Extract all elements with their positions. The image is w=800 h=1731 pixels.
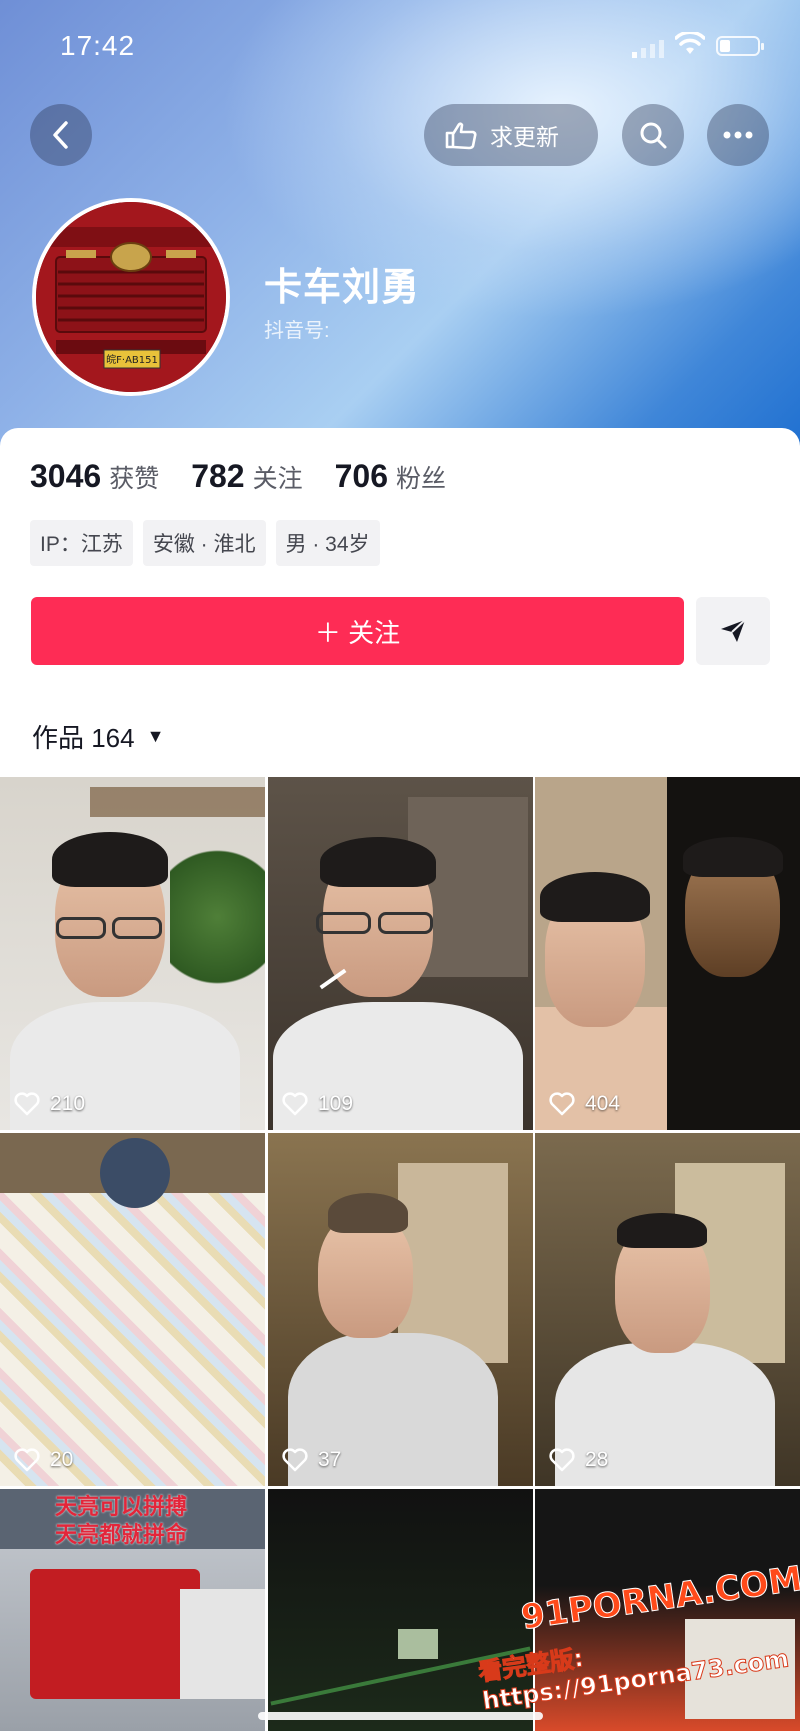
signal-icon	[632, 40, 664, 58]
chevron-left-icon	[53, 121, 68, 149]
following-label[interactable]: 关注	[253, 459, 303, 495]
profile-tags: IP：江苏 安徽 · 淮北 男 · 34岁	[30, 520, 380, 566]
video-likes: 37	[282, 1448, 341, 1472]
video-thumbnail[interactable]: 28	[535, 1133, 800, 1486]
works-tab[interactable]: 作品 164 ▼	[32, 718, 164, 755]
video-likes: 404	[549, 1092, 620, 1116]
likes-count: 404	[585, 1092, 621, 1115]
plate-text: 皖F·AB151	[106, 353, 158, 366]
avatar[interactable]: 皖F·AB151	[32, 198, 230, 396]
location-tag: 安徽 · 淮北	[142, 520, 266, 566]
heart-icon	[14, 1092, 40, 1116]
likes-count: 109	[318, 1092, 354, 1115]
followers-count[interactable]: 706	[335, 458, 388, 495]
likes-label: 获赞	[109, 465, 160, 493]
video-overlay-text: 天亮都就拼命	[55, 1522, 188, 1547]
ip-tag: IP：江苏	[30, 520, 133, 566]
request-update-button[interactable]: 求更新	[424, 104, 598, 166]
search-icon	[640, 122, 667, 149]
share-button[interactable]	[696, 597, 770, 665]
gender-age-tag: 男 · 34岁	[275, 520, 380, 566]
douyin-id: 抖音号:	[264, 320, 330, 342]
video-thumbnail[interactable]: 404	[535, 777, 800, 1130]
caret-down-icon: ▼	[146, 726, 165, 746]
likes-count: 210	[50, 1092, 86, 1115]
likes-count: 28	[585, 1448, 609, 1471]
more-button[interactable]	[707, 104, 769, 166]
search-button[interactable]	[622, 104, 684, 166]
video-likes: 210	[14, 1092, 85, 1116]
battery-icon	[716, 36, 764, 56]
works-label: 作品 164	[32, 723, 135, 753]
more-icon	[723, 131, 753, 139]
video-thumbnail[interactable]: 20	[0, 1133, 265, 1486]
follow-button[interactable]: ＋ 关注	[31, 597, 684, 665]
video-thumbnail[interactable]: 天亮可以拼搏 天亮都就拼命	[0, 1489, 265, 1731]
likes-count: 3046	[30, 458, 102, 494]
heart-icon	[549, 1448, 575, 1472]
video-likes: 20	[14, 1448, 73, 1472]
home-indicator	[258, 1712, 543, 1720]
wifi-icon	[675, 32, 705, 54]
followers-label[interactable]: 粉丝	[396, 459, 446, 495]
profile-name: 卡车刘勇	[264, 267, 421, 309]
truck-front-image: 皖F·AB151	[36, 202, 226, 392]
heart-icon	[14, 1448, 40, 1472]
status-time: 17:42	[60, 30, 136, 61]
heart-icon	[282, 1448, 308, 1472]
profile-stats: 3046 获赞 782 关注 706 粉丝	[30, 458, 478, 495]
pointing-hand-icon	[445, 122, 477, 150]
following-count[interactable]: 782	[191, 458, 244, 495]
video-thumbnail[interactable]: 210	[0, 777, 265, 1130]
likes-count: 37	[318, 1448, 342, 1471]
follow-label: ＋ 关注	[314, 617, 401, 648]
back-button[interactable]	[30, 104, 92, 166]
request-update-label: 求更新	[490, 124, 559, 150]
heart-icon	[549, 1092, 575, 1116]
video-likes: 28	[549, 1448, 608, 1472]
video-thumbnail[interactable]: 37	[268, 1133, 533, 1486]
video-likes: 109	[282, 1092, 353, 1116]
heart-icon	[282, 1092, 308, 1116]
send-icon	[721, 619, 746, 642]
likes-count: 20	[50, 1448, 74, 1471]
video-thumbnail[interactable]: 109	[268, 777, 533, 1130]
